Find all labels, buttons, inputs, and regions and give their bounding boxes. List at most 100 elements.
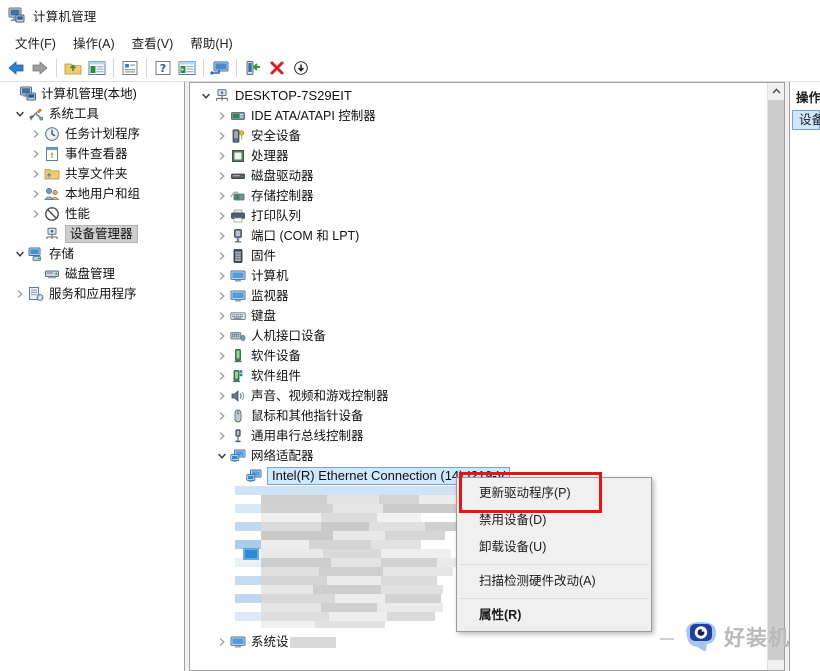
content-panes: 计算机管理(本地) 系统工具 任务计划程序 事件查看器 共享文件夹 本地用户和组… (0, 82, 820, 671)
ctx-scan-hardware[interactable]: 扫描检测硬件改动(A) (457, 568, 651, 595)
chevron-right-icon[interactable] (214, 386, 230, 406)
chevron-right-icon[interactable] (214, 426, 230, 446)
vertical-scrollbar[interactable] (767, 83, 784, 670)
chevron-right-icon[interactable] (214, 632, 230, 652)
chevron-right-icon[interactable] (28, 204, 44, 224)
up-folder-icon[interactable] (62, 57, 84, 79)
device-node-keyboards[interactable]: 键盘 (190, 306, 784, 326)
console-tree-pane[interactable]: 计算机管理(本地) 系统工具 任务计划程序 事件查看器 共享文件夹 本地用户和组… (0, 82, 185, 671)
chevron-right-icon[interactable] (214, 266, 230, 286)
device-node-print-queues[interactable]: 打印队列 (190, 206, 784, 226)
sidebar-item-storage[interactable]: 存储 (0, 244, 184, 264)
toolbar-separator (236, 58, 237, 77)
sidebar-item-label: 性能 (65, 207, 91, 221)
show-hide-console-tree-icon[interactable] (86, 57, 108, 79)
chevron-right-icon[interactable] (214, 166, 230, 186)
chevron-right-icon[interactable] (28, 144, 44, 164)
chevron-right-icon[interactable] (214, 326, 230, 346)
disable-device-icon[interactable] (290, 57, 312, 79)
device-node-label: 存储控制器 (251, 189, 314, 203)
ctx-uninstall-device[interactable]: 卸载设备(U) (457, 534, 651, 561)
menu-action[interactable]: 操作(A) (65, 31, 124, 54)
chevron-down-icon[interactable] (214, 446, 230, 466)
device-node-software-components[interactable]: 软件组件 (190, 366, 784, 386)
chevron-right-icon[interactable] (214, 206, 230, 226)
ctx-disable-device[interactable]: 禁用设备(D) (457, 507, 651, 534)
device-manager-icon (44, 226, 60, 242)
scan-hardware-icon[interactable] (209, 57, 231, 79)
sidebar-item-task-scheduler[interactable]: 任务计划程序 (0, 124, 184, 144)
chevron-right-icon[interactable] (214, 346, 230, 366)
device-node-monitors[interactable]: 监视器 (190, 286, 784, 306)
device-node-usb-controllers[interactable]: 通用串行总线控制器 (190, 426, 784, 446)
sidebar-item-services-and-apps[interactable]: 服务和应用程序 (0, 284, 184, 304)
forward-icon[interactable] (29, 57, 51, 79)
chevron-down-icon[interactable] (198, 86, 214, 106)
back-icon[interactable] (5, 57, 27, 79)
ctx-properties[interactable]: 属性(R) (457, 602, 651, 629)
uninstall-device-icon[interactable] (266, 57, 288, 79)
device-node-ide-controller[interactable]: IDE ATA/ATAPI 控制器 (190, 106, 784, 126)
menu-help[interactable]: 帮助(H) (182, 31, 241, 54)
chevron-right-icon[interactable] (214, 406, 230, 426)
services-apps-icon (28, 286, 44, 302)
device-node-processor[interactable]: 处理器 (190, 146, 784, 166)
chevron-right-icon[interactable] (214, 246, 230, 266)
device-node-sound-video-game[interactable]: 声音、视频和游戏控制器 (190, 386, 784, 406)
sidebar-item-system-tools[interactable]: 系统工具 (0, 104, 184, 124)
chevron-right-icon[interactable] (28, 164, 44, 184)
sidebar-item-computer-management[interactable]: 计算机管理(本地) (0, 84, 184, 104)
device-node-mice[interactable]: 鼠标和其他指针设备 (190, 406, 784, 426)
device-node-disk-drives[interactable]: 磁盘驱动器 (190, 166, 784, 186)
device-node-network-adapters[interactable]: 网络适配器 (190, 446, 784, 466)
device-node-hid[interactable]: 人机接口设备 (190, 326, 784, 346)
actions-pane-selected-item[interactable]: 设备 (792, 110, 820, 130)
sidebar-item-device-manager[interactable]: 设备管理器 (0, 224, 184, 244)
help-icon[interactable]: ? (152, 57, 174, 79)
update-driver-icon[interactable] (242, 57, 264, 79)
security-device-icon (230, 128, 246, 144)
sidebar-item-local-users-groups[interactable]: 本地用户和组 (0, 184, 184, 204)
device-node-label: 软件设备 (251, 349, 302, 363)
chevron-right-icon[interactable] (28, 124, 44, 144)
chevron-right-icon[interactable] (214, 146, 230, 166)
device-node-firmware[interactable]: 固件 (190, 246, 784, 266)
usb-controller-icon (230, 428, 246, 444)
sidebar-item-disk-management[interactable]: 磁盘管理 (0, 264, 184, 284)
chevron-right-icon[interactable] (214, 186, 230, 206)
actions-pane[interactable]: 操作 设备 (789, 82, 820, 671)
chevron-down-icon[interactable] (12, 244, 28, 264)
chevron-right-icon[interactable] (214, 106, 230, 126)
chevron-right-icon[interactable] (28, 184, 44, 204)
chevron-right-icon[interactable] (12, 284, 28, 304)
chevron-right-icon[interactable] (214, 366, 230, 386)
device-node-software-devices[interactable]: 软件设备 (190, 346, 784, 366)
chevron-right-icon[interactable] (214, 306, 230, 326)
ctx-update-driver[interactable]: 更新驱动程序(P) (457, 480, 651, 507)
properties-icon[interactable] (119, 57, 141, 79)
menu-file[interactable]: 文件(F) (7, 31, 65, 54)
svg-text:?: ? (160, 62, 166, 75)
device-node-ports[interactable]: 端口 (COM 和 LPT) (190, 226, 784, 246)
device-node-label: 系统设 (251, 635, 289, 649)
sidebar-item-shared-folders[interactable]: 共享文件夹 (0, 164, 184, 184)
sidebar-item-performance[interactable]: 性能 (0, 204, 184, 224)
scrollbar-thumb[interactable] (768, 100, 784, 660)
chevron-right-icon[interactable] (214, 286, 230, 306)
device-tree-root[interactable]: DESKTOP-7S29EIT (190, 86, 784, 106)
ide-controller-icon (230, 108, 246, 124)
sidebar-item-label: 存储 (49, 247, 75, 261)
chevron-right-icon[interactable] (214, 126, 230, 146)
device-node-system-devices[interactable]: 系统设 (190, 632, 336, 652)
device-node-security-device[interactable]: 安全设备 (190, 126, 784, 146)
scroll-up-arrow-icon[interactable] (768, 83, 784, 100)
menu-view[interactable]: 查看(V) (124, 31, 183, 54)
device-node-storage-controllers[interactable]: 存储控制器 (190, 186, 784, 206)
show-hide-action-pane-icon[interactable] (176, 57, 198, 79)
chevron-right-icon[interactable] (214, 226, 230, 246)
device-context-menu[interactable]: 更新驱动程序(P) 禁用设备(D) 卸载设备(U) 扫描检测硬件改动(A) 属性… (456, 477, 652, 632)
chevron-down-icon[interactable] (12, 104, 28, 124)
sidebar-item-event-viewer[interactable]: 事件查看器 (0, 144, 184, 164)
device-node-computer[interactable]: 计算机 (190, 266, 784, 286)
